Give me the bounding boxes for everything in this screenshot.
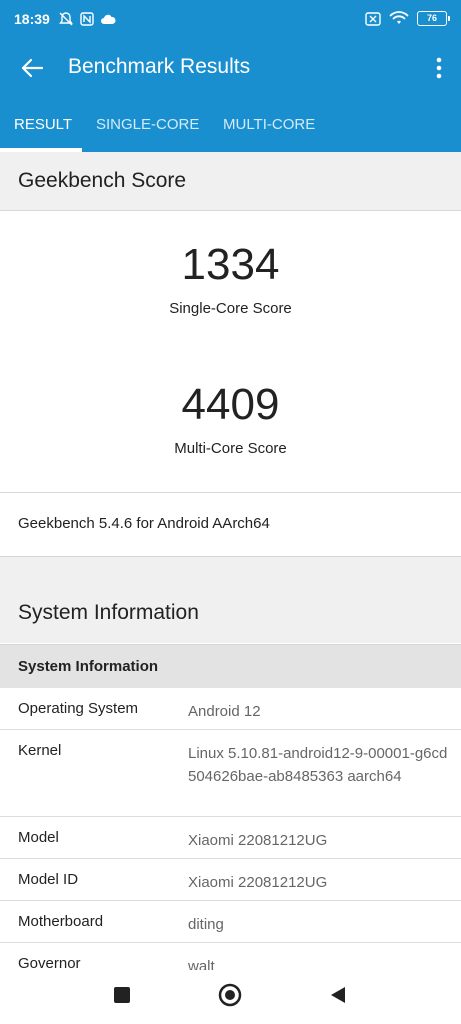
info-row-model-id: Model ID Xiaomi 22081212UG bbox=[0, 859, 461, 901]
nfc-icon bbox=[80, 12, 94, 26]
divider bbox=[0, 492, 461, 493]
single-core-score: 1334 Single-Core Score bbox=[0, 240, 461, 317]
info-key: Operating System bbox=[18, 700, 139, 717]
info-value: Linux 5.10.81-android12-9-00001-g6cd5046… bbox=[188, 745, 448, 785]
info-row-kernel: Kernel Linux 5.10.81-android12-9-00001-g… bbox=[0, 730, 461, 817]
notifications-off-icon bbox=[59, 12, 73, 26]
wifi-icon bbox=[389, 11, 409, 24]
single-core-score-value: 1334 bbox=[181, 240, 280, 289]
subheader-label: System Information bbox=[18, 658, 159, 675]
status-bar: 18:39 76 bbox=[0, 0, 461, 40]
system-information-title: System Information bbox=[18, 601, 199, 624]
recents-icon[interactable] bbox=[112, 985, 132, 1005]
page-title: Benchmark Results bbox=[68, 55, 251, 78]
more-vert-icon[interactable] bbox=[431, 54, 447, 82]
info-value: Android 12 bbox=[188, 703, 261, 720]
info-key: Model ID bbox=[18, 871, 79, 888]
navigation-bar bbox=[0, 970, 461, 1024]
section-title: Geekbench Score bbox=[18, 169, 187, 192]
back-arrow-icon[interactable] bbox=[18, 54, 46, 82]
geekbench-version: Geekbench 5.4.6 for Android AArch64 bbox=[18, 515, 270, 532]
battery-icon: 76 bbox=[417, 11, 450, 26]
status-time: 18:39 bbox=[14, 11, 50, 27]
info-key: Motherboard bbox=[18, 913, 104, 930]
info-value: diting bbox=[188, 916, 224, 933]
system-information-header bbox=[0, 557, 461, 643]
tab-multi-core[interactable]: MULTI-CORE bbox=[223, 116, 315, 133]
back-nav-icon[interactable] bbox=[328, 985, 348, 1005]
cloud-icon bbox=[101, 14, 116, 24]
info-key: Kernel bbox=[18, 742, 62, 759]
multi-core-score: 4409 Multi-Core Score bbox=[0, 380, 461, 457]
info-row-model: Model Xiaomi 22081212UG bbox=[0, 817, 461, 859]
toolbar: Benchmark Results bbox=[0, 40, 461, 96]
geekbench-score-header: Geekbench Score bbox=[0, 152, 461, 211]
info-value: Xiaomi 22081212UG bbox=[188, 832, 328, 849]
multi-core-score-label: Multi-Core Score bbox=[174, 440, 287, 457]
system-information-subheader: System Information bbox=[0, 644, 461, 688]
info-value: Xiaomi 22081212UG bbox=[188, 874, 328, 891]
info-row-motherboard: Motherboard diting bbox=[0, 901, 461, 943]
tab-single-core[interactable]: SINGLE-CORE bbox=[96, 116, 199, 133]
single-core-score-label: Single-Core Score bbox=[169, 300, 292, 317]
info-row-operating-system: Operating System Android 12 bbox=[0, 688, 461, 730]
info-key: Model bbox=[18, 829, 59, 846]
home-icon[interactable] bbox=[218, 983, 242, 1007]
sim-off-icon bbox=[365, 11, 381, 26]
tab-bar: RESULT SINGLE-CORE MULTI-CORE bbox=[0, 100, 461, 152]
tab-result[interactable]: RESULT bbox=[14, 116, 72, 133]
multi-core-score-value: 4409 bbox=[181, 380, 280, 429]
